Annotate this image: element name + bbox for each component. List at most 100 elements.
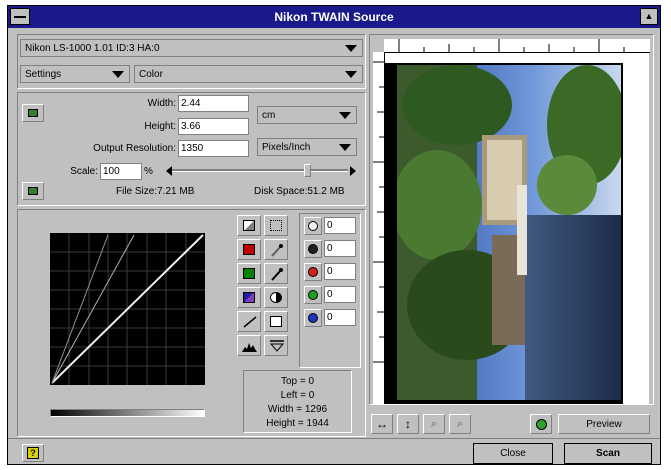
maximize-button[interactable]: ▲ <box>640 8 658 25</box>
lock-dimensions-button[interactable] <box>22 104 44 122</box>
scale-unit: % <box>144 166 153 177</box>
vertical-arrows-icon: ↕ <box>405 417 411 431</box>
tool-line[interactable] <box>237 311 261 332</box>
scale-label: Scale: <box>70 166 98 177</box>
info-top: Top = 0 <box>280 376 315 387</box>
scan-button[interactable]: Scan <box>564 443 652 464</box>
resolution-unit-dropdown[interactable]: Pixels/Inch <box>257 138 357 156</box>
channel-master-icon <box>308 221 318 231</box>
histogram-icon <box>242 343 257 352</box>
color-mode-value: Color <box>139 69 163 80</box>
chevron-down-icon <box>339 144 351 151</box>
slider-left-arrow-icon[interactable] <box>166 166 172 176</box>
title-bar: Nikon TWAIN Source ▲ <box>8 6 660 28</box>
zoom-out-icon: ⌕ <box>430 418 438 430</box>
eyedropper-icon <box>271 268 283 281</box>
info-height: Height = 1944 <box>266 418 329 429</box>
chevron-down-icon <box>345 71 357 78</box>
gradient-bar <box>50 409 205 417</box>
fit-horizontal-button[interactable]: ↔ <box>371 414 393 434</box>
document-icon <box>270 316 282 327</box>
tool-master-curve[interactable] <box>237 215 261 236</box>
tool-green-channel[interactable] <box>237 263 261 284</box>
tool-eyedropper-black[interactable] <box>264 263 288 284</box>
red-channel-icon <box>243 244 255 255</box>
lock-icon <box>28 109 38 117</box>
tool-funnel[interactable] <box>264 335 288 356</box>
scale-field[interactable]: 100 <box>100 163 142 180</box>
marquee-icon <box>270 220 282 231</box>
device-dropdown[interactable]: Nikon LS-1000 1.01 ID:3 HA:0 <box>20 39 363 57</box>
unit-dropdown[interactable]: cm <box>257 106 357 124</box>
channel-master-value[interactable]: 0 <box>324 217 356 234</box>
height-field[interactable]: 3.66 <box>178 118 249 135</box>
window-title: Nikon TWAIN Source <box>274 10 394 24</box>
maximize-icon: ▲ <box>644 11 654 21</box>
system-menu-button[interactable] <box>10 8 30 25</box>
channel-red-value[interactable]: 0 <box>324 263 356 280</box>
zoom-in-button[interactable]: ⌕ <box>449 414 471 434</box>
blue-channel-icon <box>243 292 255 303</box>
lock-scale-button[interactable] <box>22 182 44 200</box>
resolution-field[interactable]: 1350 <box>178 140 249 157</box>
preview-label: Preview <box>586 419 622 430</box>
chevron-down-icon <box>339 112 351 119</box>
tool-contrast[interactable] <box>264 287 288 308</box>
contrast-icon <box>270 292 282 303</box>
channel-green-icon <box>308 290 318 300</box>
zoom-out-button[interactable]: ⌕ <box>423 414 445 434</box>
curve-graph[interactable] <box>50 233 205 385</box>
horizontal-arrows-icon: ↔ <box>376 417 388 431</box>
tool-red-channel[interactable] <box>237 239 261 260</box>
help-icon: ? <box>27 447 39 459</box>
width-field[interactable]: 2.44 <box>178 95 249 112</box>
zoom-in-icon: ⌕ <box>456 418 464 430</box>
scale-slider[interactable] <box>166 164 356 177</box>
preview-button[interactable]: Preview <box>558 414 650 434</box>
scan-label: Scan <box>596 448 620 459</box>
info-box: Top = 0 Left = 0 Width = 1296 Height = 1… <box>243 370 352 433</box>
master-curve-icon <box>243 220 255 231</box>
file-size-text: File Size:7.21 MB <box>116 186 195 197</box>
tool-histogram[interactable] <box>237 335 261 356</box>
scan-preview-photo <box>397 65 621 400</box>
slider-thumb[interactable] <box>304 164 311 177</box>
curve-grid <box>50 233 205 385</box>
color-mode-dropdown[interactable]: Color <box>134 65 363 83</box>
disk-space-text: Disk Space:51.2 MB <box>254 186 345 197</box>
tool-marquee[interactable] <box>264 215 288 236</box>
help-button[interactable]: ? <box>22 444 44 462</box>
preview-image[interactable] <box>385 53 649 404</box>
twain-window: Nikon TWAIN Source ▲ Nikon LS-1000 1.01 … <box>7 5 661 465</box>
close-label: Close <box>500 448 526 459</box>
autofocus-button[interactable] <box>530 414 552 434</box>
vertical-ruler <box>373 52 385 404</box>
width-label: Width: <box>147 98 176 109</box>
channel-black-button[interactable] <box>304 240 322 258</box>
green-channel-icon <box>243 268 255 279</box>
channel-blue-value[interactable]: 0 <box>324 309 356 326</box>
chevron-down-icon <box>345 45 357 52</box>
channel-black-value[interactable]: 0 <box>324 240 356 257</box>
info-left: Left = 0 <box>280 390 315 401</box>
channel-master-button[interactable] <box>304 217 322 235</box>
divider <box>8 438 660 439</box>
tool-document[interactable] <box>264 311 288 332</box>
tool-eyedropper-white[interactable] <box>264 239 288 260</box>
channel-green-value[interactable]: 0 <box>324 286 356 303</box>
settings-dropdown[interactable]: Settings <box>20 65 130 83</box>
funnel-icon <box>270 340 284 352</box>
close-button[interactable]: Close <box>473 443 553 464</box>
device-value: Nikon LS-1000 1.01 ID:3 HA:0 <box>25 43 160 54</box>
lock-icon <box>28 187 38 195</box>
focus-icon <box>536 419 547 430</box>
channel-black-icon <box>308 244 318 254</box>
channel-red-button[interactable] <box>304 263 322 281</box>
channel-blue-button[interactable] <box>304 309 322 327</box>
slider-track <box>172 169 348 172</box>
fit-vertical-button[interactable]: ↕ <box>397 414 419 434</box>
channel-green-button[interactable] <box>304 286 322 304</box>
tool-blue-channel[interactable] <box>237 287 261 308</box>
channel-blue-icon <box>308 313 318 323</box>
slider-right-arrow-icon[interactable] <box>350 166 356 176</box>
